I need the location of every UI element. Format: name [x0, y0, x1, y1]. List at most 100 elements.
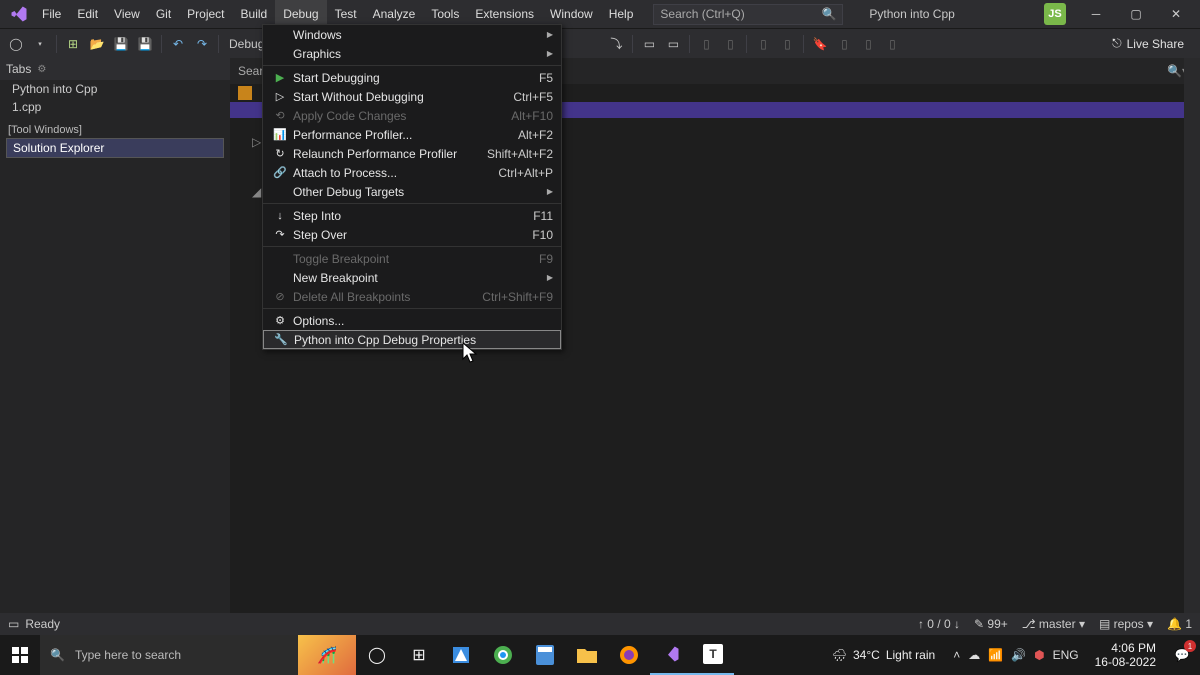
tray-lang[interactable]: ENG	[1053, 648, 1079, 662]
menu-item-shortcut: Ctrl+F5	[513, 90, 553, 104]
tool-btn-6[interactable]: ▯	[777, 32, 797, 56]
gear-icon: ⚙	[271, 314, 289, 327]
editor-scrollbar[interactable]	[1184, 58, 1200, 613]
taskbar-chrome[interactable]	[482, 635, 524, 675]
status-changes[interactable]: ✎ 99+	[974, 617, 1008, 631]
tool-btn-2[interactable]: ▭	[663, 32, 683, 56]
tool-btn-3[interactable]: ▯	[696, 32, 716, 56]
system-tray[interactable]: ˄ ☁ 📶 🔊 ⬢ ENG	[945, 648, 1086, 662]
submenu-arrow-icon: ▶	[547, 49, 553, 58]
open-icon[interactable]: 📂	[87, 32, 107, 56]
menu-item-python-into-cpp-debug-properties[interactable]: 🔧Python into Cpp Debug Properties	[263, 330, 561, 349]
wrench-icon: 🔧	[272, 333, 290, 346]
tool-btn-8[interactable]: ▯	[858, 32, 878, 56]
minimize-button[interactable]: ─	[1076, 0, 1116, 28]
status-branch[interactable]: ⎇ master ▾	[1022, 617, 1085, 631]
step-icon[interactable]: ⤵	[606, 32, 626, 56]
undo-icon[interactable]: ↶	[168, 32, 188, 56]
taskbar-app-news[interactable]: 🎢	[298, 635, 356, 675]
weather-desc: Light rain	[886, 648, 935, 662]
menu-item-options[interactable]: ⚙Options...	[263, 311, 561, 330]
menu-item-graphics[interactable]: Graphics ▶	[263, 44, 561, 63]
tool-btn-7[interactable]: ▯	[834, 32, 854, 56]
dropdown-icon[interactable]: ▾	[30, 32, 50, 56]
taskbar-cortana[interactable]: ◯	[356, 635, 398, 675]
menu-item-relaunch-performance-profiler[interactable]: ↻Relaunch Performance ProfilerShift+Alt+…	[263, 144, 561, 163]
tray-onedrive-icon[interactable]: ☁	[968, 648, 980, 662]
tool-btn-1[interactable]: ▭	[639, 32, 659, 56]
tray-volume-icon[interactable]: 🔊	[1011, 648, 1026, 662]
menu-item-apply-code-changes: ⟲Apply Code ChangesAlt+F10	[263, 106, 561, 125]
bookmark-icon[interactable]: 🔖	[810, 32, 830, 56]
menu-project[interactable]: Project	[179, 0, 232, 28]
menu-item-start-without-debugging[interactable]: ▷Start Without DebuggingCtrl+F5	[263, 87, 561, 106]
search-box[interactable]: Search (Ctrl+Q) 🔍	[653, 4, 843, 25]
tray-chevron-icon[interactable]: ˄	[953, 648, 960, 662]
menu-git[interactable]: Git	[148, 0, 179, 28]
menu-item-label: Apply Code Changes	[289, 109, 406, 123]
menu-help[interactable]: Help	[601, 0, 642, 28]
menu-item-label: Start Debugging	[289, 71, 380, 85]
user-avatar[interactable]: JS	[1044, 3, 1066, 25]
menu-item-step-over[interactable]: ↷Step OverF10	[263, 225, 561, 244]
taskbar-vs[interactable]	[650, 635, 692, 675]
toolbar: ◯ ▾ ⊞ 📂 💾 💾 ↶ ↷ Debug ⤵ ▭ ▭ ▯ ▯ ▯ ▯ 🔖 ▯ …	[0, 28, 1200, 58]
menu-item-label: Graphics	[289, 47, 341, 61]
project-name: Python into Cpp	[857, 7, 966, 21]
workspace: Tabs ⚙ Python into Cpp 1.cpp [Tool Windo…	[0, 58, 1200, 613]
taskbar-datetime[interactable]: 4:06 PM 16-08-2022	[1087, 641, 1164, 669]
new-icon[interactable]: ⊞	[63, 32, 83, 56]
gear-icon[interactable]: ⚙	[37, 64, 46, 75]
notification-button[interactable]: 💬 1	[1164, 648, 1200, 662]
liveshare-button[interactable]: ⎋ Live Share	[1102, 36, 1194, 51]
taskbar-weather[interactable]: 🌧 34°C Light rain	[822, 648, 945, 662]
menu-item-shortcut: Shift+Alt+F2	[487, 147, 553, 161]
status-repo[interactable]: ▤ repos ▾	[1099, 617, 1153, 631]
menu-item-label: Relaunch Performance Profiler	[289, 147, 457, 161]
maximize-button[interactable]: ▢	[1116, 0, 1156, 28]
tool-btn-9[interactable]: ▯	[882, 32, 902, 56]
tray-wifi-icon[interactable]: 📶	[988, 648, 1003, 662]
menu-item-attach-to-process[interactable]: 🔗Attach to Process...Ctrl+Alt+P	[263, 163, 561, 182]
status-updown[interactable]: ↑ 0 / 0 ↓	[918, 617, 960, 631]
menu-view[interactable]: View	[106, 0, 148, 28]
tool-btn-4[interactable]: ▯	[720, 32, 740, 56]
open-tab-project[interactable]: Python into Cpp	[0, 80, 230, 98]
menu-item-windows[interactable]: Windows▶	[263, 25, 561, 44]
search-placeholder: Search (Ctrl+Q)	[660, 7, 744, 21]
menu-item-start-debugging[interactable]: ▶Start DebuggingF5	[263, 68, 561, 87]
open-tab-file[interactable]: 1.cpp	[0, 98, 230, 116]
menu-item-label: Performance Profiler...	[289, 128, 412, 142]
submenu-arrow-icon: ▶	[547, 273, 553, 282]
taskbar-explorer[interactable]	[566, 635, 608, 675]
save-icon[interactable]: 💾	[111, 32, 131, 56]
vs-logo-icon	[10, 5, 28, 23]
close-button[interactable]: ✕	[1156, 0, 1196, 28]
taskbar-app-t[interactable]: T	[692, 635, 734, 675]
menu-file[interactable]: File	[34, 0, 69, 28]
menu-item-other-debug-targets[interactable]: Other Debug Targets▶	[263, 182, 561, 201]
debug-dropdown: Windows▶ Graphics ▶ ▶Start DebuggingF5▷Star…	[262, 24, 562, 350]
taskbar-taskview[interactable]: ⊞	[398, 635, 440, 675]
solution-explorer-item[interactable]: Solution Explorer	[6, 138, 224, 158]
menu-item-new-breakpoint[interactable]: New Breakpoint▶	[263, 268, 561, 287]
menu-edit[interactable]: Edit	[69, 0, 106, 28]
start-button[interactable]	[0, 635, 40, 675]
back-icon[interactable]: ◯	[6, 32, 26, 56]
taskbar-search-icon: 🔍	[50, 648, 65, 662]
perf-icon: 📊	[271, 128, 289, 141]
taskbar-app-1[interactable]	[440, 635, 482, 675]
taskbar-search[interactable]: 🔍 Type here to search	[40, 635, 298, 675]
redo-icon[interactable]: ↷	[192, 32, 212, 56]
save-all-icon[interactable]: 💾	[135, 32, 155, 56]
statusbar: ▭ Ready ↑ 0 / 0 ↓ ✎ 99+ ⎇ master ▾ ▤ rep…	[0, 613, 1200, 635]
menu-item-performance-profiler[interactable]: 📊Performance Profiler...Alt+F2	[263, 125, 561, 144]
tray-security-icon[interactable]: ⬢	[1034, 648, 1044, 662]
tool-btn-5[interactable]: ▯	[753, 32, 773, 56]
menu-item-step-into[interactable]: ↓Step IntoF11	[263, 206, 561, 225]
taskbar-calc[interactable]	[524, 635, 566, 675]
weather-icon: 🌧	[832, 648, 847, 662]
taskbar-firefox[interactable]	[608, 635, 650, 675]
sidebar: Tabs ⚙ Python into Cpp 1.cpp [Tool Windo…	[0, 58, 230, 613]
status-bell[interactable]: 🔔 1	[1167, 617, 1192, 631]
